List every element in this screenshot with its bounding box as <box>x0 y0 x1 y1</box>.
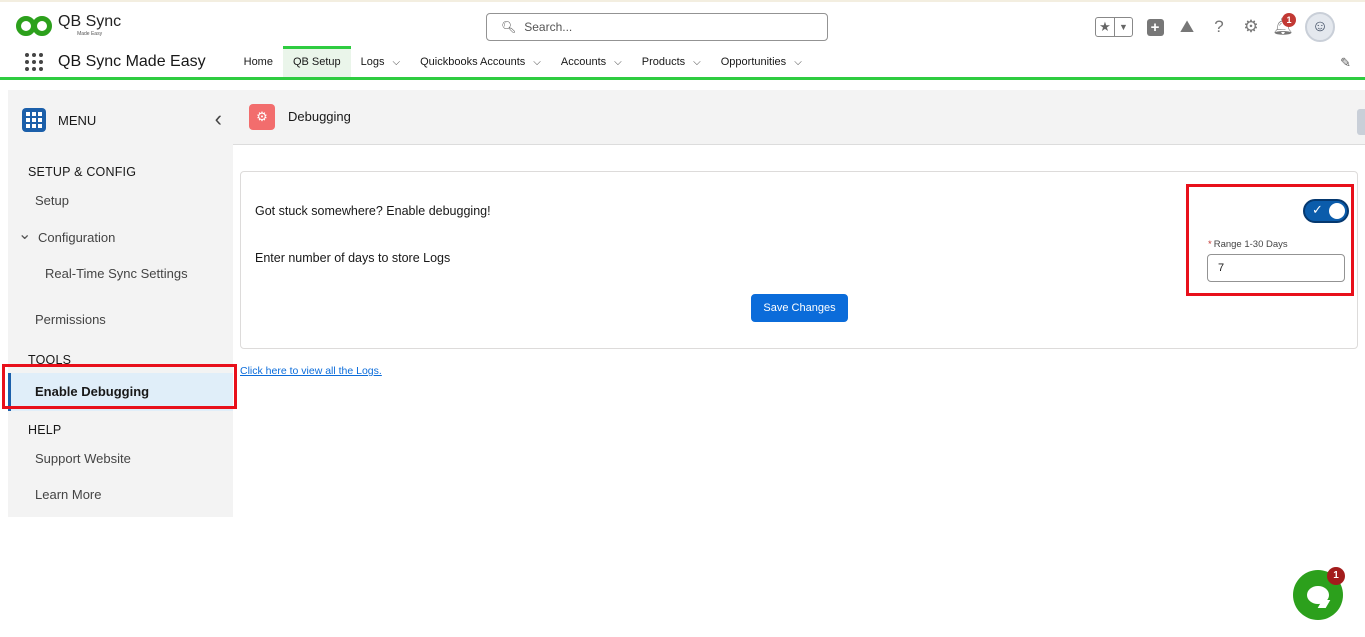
sidebar-item-support-website[interactable]: Support Website <box>35 451 131 466</box>
brand-logo[interactable]: QB Sync Made Easy <box>16 14 121 38</box>
menu-label: MENU <box>58 112 97 128</box>
highlight-enable-debugging-box <box>2 364 237 409</box>
log-days-prompt: Enter number of days to store Logs <box>255 251 451 265</box>
view-all-logs-link[interactable]: Click here to view all the Logs. <box>240 365 382 377</box>
app-launcher-icon[interactable] <box>24 52 44 72</box>
chevron-down-icon[interactable]: ⌵ <box>614 57 622 68</box>
enable-debugging-prompt: Got stuck somewhere? Enable debugging! <box>255 204 491 218</box>
plus-icon: + <box>1146 18 1164 36</box>
global-actions-button[interactable]: + <box>1145 17 1165 37</box>
chevron-down-icon[interactable]: ▼ <box>1114 18 1132 36</box>
sidebar-item-permissions[interactable]: Permissions <box>35 312 106 327</box>
qb-logo-icon <box>16 14 56 38</box>
section-setup-config: SETUP & CONFIG <box>28 165 137 179</box>
nav-tab-label: Quickbooks Accounts <box>420 56 526 68</box>
nav-tab-accounts[interactable]: Accounts ⌵ <box>551 47 632 77</box>
menu-grid-icon <box>22 108 46 132</box>
help-icon[interactable]: ? <box>1209 17 1229 37</box>
nav-tab-label: Home <box>243 56 273 68</box>
nav-tab-logs[interactable]: Logs ⌵ <box>351 47 410 77</box>
panel-handle[interactable] <box>1357 109 1365 135</box>
search-placeholder: Search... <box>524 20 573 34</box>
app-navigation-bar: QB Sync Made Easy Home QB Setup Logs ⌵ Quick… <box>0 46 1365 80</box>
chat-badge: 1 <box>1327 567 1345 585</box>
nav-tab-label: Products <box>641 56 686 68</box>
global-search-input[interactable]: 🔍︎ Search... <box>486 13 828 41</box>
chat-bubble-icon <box>1307 586 1329 604</box>
star-icon[interactable]: ★ <box>1096 18 1114 36</box>
search-icon: 🔍︎ <box>501 20 517 34</box>
highlight-toggle-box <box>1186 184 1354 296</box>
chevron-down-icon[interactable]: ⌵ <box>794 57 802 68</box>
sidebar-item-setup[interactable]: Setup <box>35 193 69 208</box>
nav-tab-label: Opportunities <box>720 56 787 68</box>
save-changes-button[interactable]: Save Changes <box>751 294 848 322</box>
page-title: Debugging <box>288 109 351 124</box>
nav-tab-label: Logs <box>360 56 385 68</box>
nav-tab-home[interactable]: Home <box>234 47 283 77</box>
sidebar-menu: MENU ‹ SETUP & CONFIG Setup Configuratio… <box>8 90 233 517</box>
brand-title: QB Sync <box>58 13 122 30</box>
gear-icon[interactable]: ⚙ <box>1241 17 1261 37</box>
nav-tab-label: Accounts <box>560 56 607 68</box>
notifications-button[interactable]: 🔔︎ 1 <box>1272 13 1296 37</box>
favorites-button[interactable]: ★ ▼ <box>1095 17 1133 37</box>
nav-tab-products[interactable]: Products ⌵ <box>632 47 711 77</box>
nav-tab-qb-setup[interactable]: QB Setup <box>282 46 351 77</box>
nav-tab-opportunities[interactable]: Opportunities ⌵ <box>711 47 812 77</box>
chevron-down-icon[interactable]: ⌵ <box>533 57 541 68</box>
notification-count-badge: 1 <box>1282 13 1296 27</box>
avatar[interactable]: ☺ <box>1305 12 1335 42</box>
sidebar-item-realtime-sync-settings[interactable]: Real-Time Sync Settings <box>45 266 188 281</box>
settings-gears-icon: ⚙ <box>249 104 275 130</box>
brand-subtitle: Made Easy <box>77 31 103 37</box>
chevron-down-icon[interactable]: ⌵ <box>393 57 401 68</box>
main-content: MENU ‹ SETUP & CONFIG Setup Configuratio… <box>0 80 1365 637</box>
app-name: QB Sync Made Easy <box>58 53 206 70</box>
sidebar-item-learn-more[interactable]: Learn More <box>35 487 101 502</box>
chevron-down-icon[interactable]: ⌵ <box>693 57 701 68</box>
global-header: QB Sync Made Easy 🔍︎ Search... ★ ▼ + ⛰ ?… <box>0 0 1365 47</box>
nav-tab-label: QB Setup <box>292 56 341 68</box>
page-header: ⚙ Debugging <box>233 90 1365 145</box>
sidebar-item-configuration[interactable]: Configuration <box>18 224 115 245</box>
section-help: HELP <box>28 423 62 437</box>
collapse-sidebar-icon[interactable]: ‹ <box>215 108 222 130</box>
nav-tab-quickbooks-accounts[interactable]: Quickbooks Accounts ⌵ <box>410 47 551 77</box>
trailhead-icon[interactable]: ⛰ <box>1177 17 1197 37</box>
edit-nav-pencil-icon[interactable]: ✎ <box>1340 55 1351 71</box>
